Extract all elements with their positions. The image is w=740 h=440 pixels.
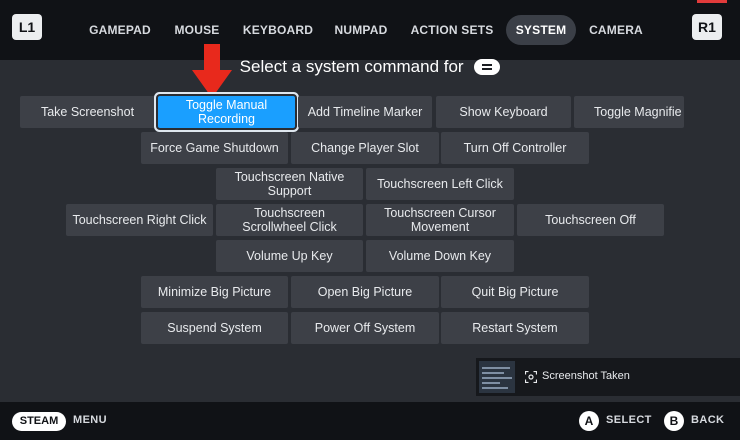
r1-shoulder-button[interactable]: R1: [692, 14, 722, 40]
screenshot-toast[interactable]: Screenshot Taken: [476, 358, 740, 396]
command-change-player-slot[interactable]: Change Player Slot: [291, 132, 439, 164]
tab-gamepad[interactable]: GAMEPAD: [84, 15, 156, 45]
a-button-icon[interactable]: A: [579, 411, 599, 431]
prompt-text: Select a system command for: [239, 56, 464, 76]
b-button-icon[interactable]: B: [664, 411, 684, 431]
l1-shoulder-button[interactable]: L1: [12, 14, 42, 40]
command-add-timeline-marker[interactable]: Add Timeline Marker: [298, 96, 432, 128]
tab-action-sets[interactable]: ACTION SETS: [405, 15, 499, 45]
command-show-keyboard[interactable]: Show Keyboard: [436, 96, 571, 128]
back-label: BACK: [691, 414, 725, 426]
tab-system[interactable]: SYSTEM: [506, 15, 576, 45]
command-volume-up-key[interactable]: Volume Up Key: [216, 240, 363, 272]
menu-button-icon: [474, 58, 501, 75]
command-take-screenshot[interactable]: Take Screenshot: [20, 96, 155, 128]
command-turn-off-controller[interactable]: Turn Off Controller: [441, 132, 589, 164]
tab-mouse[interactable]: MOUSE: [168, 15, 226, 45]
command-toggle-magnifier[interactable]: Toggle Magnifie: [574, 96, 684, 128]
toast-text: Screenshot Taken: [542, 370, 630, 382]
tab-camera[interactable]: CAMERA: [584, 15, 648, 45]
select-label: SELECT: [606, 414, 652, 426]
menu-label: MENU: [73, 414, 107, 426]
command-touchscreen-left-click[interactable]: Touchscreen Left Click: [366, 168, 514, 200]
command-volume-down-key[interactable]: Volume Down Key: [366, 240, 514, 272]
command-power-off-system[interactable]: Power Off System: [291, 312, 439, 344]
tab-keyboard[interactable]: KEYBOARD: [238, 15, 318, 45]
command-touchscreen-right-click[interactable]: Touchscreen Right Click: [66, 204, 213, 236]
screenshot-icon: [525, 371, 537, 383]
bottom-bar: STEAM MENU A SELECT B BACK: [0, 402, 740, 440]
command-touchscreen-native-support[interactable]: Touchscreen Native Support: [216, 168, 363, 200]
r1-accent-bar: [697, 0, 727, 3]
prompt-line: Select a system command for: [0, 56, 740, 77]
steam-button[interactable]: STEAM: [12, 412, 66, 431]
command-suspend-system[interactable]: Suspend System: [141, 312, 288, 344]
command-open-big-picture[interactable]: Open Big Picture: [291, 276, 439, 308]
command-force-game-shutdown[interactable]: Force Game Shutdown: [141, 132, 288, 164]
command-touchscreen-off[interactable]: Touchscreen Off: [517, 204, 664, 236]
command-quit-big-picture[interactable]: Quit Big Picture: [441, 276, 589, 308]
screenshot-thumbnail: [479, 361, 515, 393]
tab-numpad[interactable]: NUMPAD: [329, 15, 393, 45]
command-touchscreen-scrollwheel-click[interactable]: Touchscreen Scrollwheel Click: [216, 204, 363, 236]
command-restart-system[interactable]: Restart System: [441, 312, 589, 344]
command-toggle-manual-recording[interactable]: Toggle Manual Recording: [158, 96, 295, 128]
top-bar: L1 GAMEPAD MOUSE KEYBOARD NUMPAD ACTION …: [0, 0, 740, 60]
command-touchscreen-cursor-movement[interactable]: Touchscreen Cursor Movement: [366, 204, 514, 236]
red-arrow-icon: [192, 44, 232, 98]
command-minimize-big-picture[interactable]: Minimize Big Picture: [141, 276, 288, 308]
